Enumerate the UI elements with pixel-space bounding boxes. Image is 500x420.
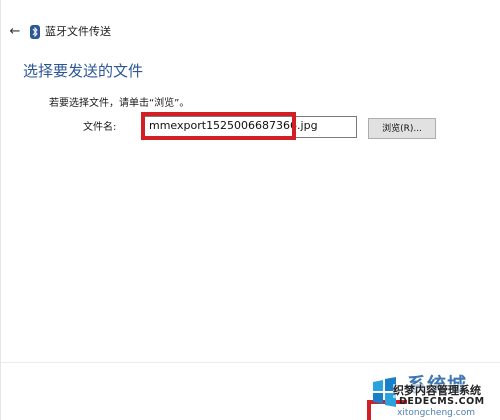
page-heading: 选择要发送的文件 bbox=[23, 62, 144, 80]
footer-divider bbox=[1, 362, 500, 363]
browse-button[interactable]: 浏览(R)... bbox=[368, 118, 436, 139]
window-title: 蓝牙文件传送 bbox=[45, 25, 111, 38]
back-arrow-icon[interactable]: ← bbox=[7, 24, 23, 40]
file-name-label: 文件名: bbox=[83, 122, 117, 133]
instruction-text: 若要选择文件，请单击“浏览”。 bbox=[49, 98, 190, 109]
bluetooth-transfer-window: ← 蓝牙文件传送 选择要发送的文件 若要选择文件，请单击“浏览”。 文件名: m… bbox=[0, 0, 500, 420]
watermark-domain: xitongcheng.com bbox=[397, 408, 475, 418]
highlight-annotation bbox=[141, 112, 296, 140]
watermark-url: DEDECMS.COM bbox=[399, 396, 485, 407]
title-bar: ← 蓝牙文件传送 bbox=[1, 22, 500, 44]
bluetooth-icon bbox=[30, 25, 40, 39]
